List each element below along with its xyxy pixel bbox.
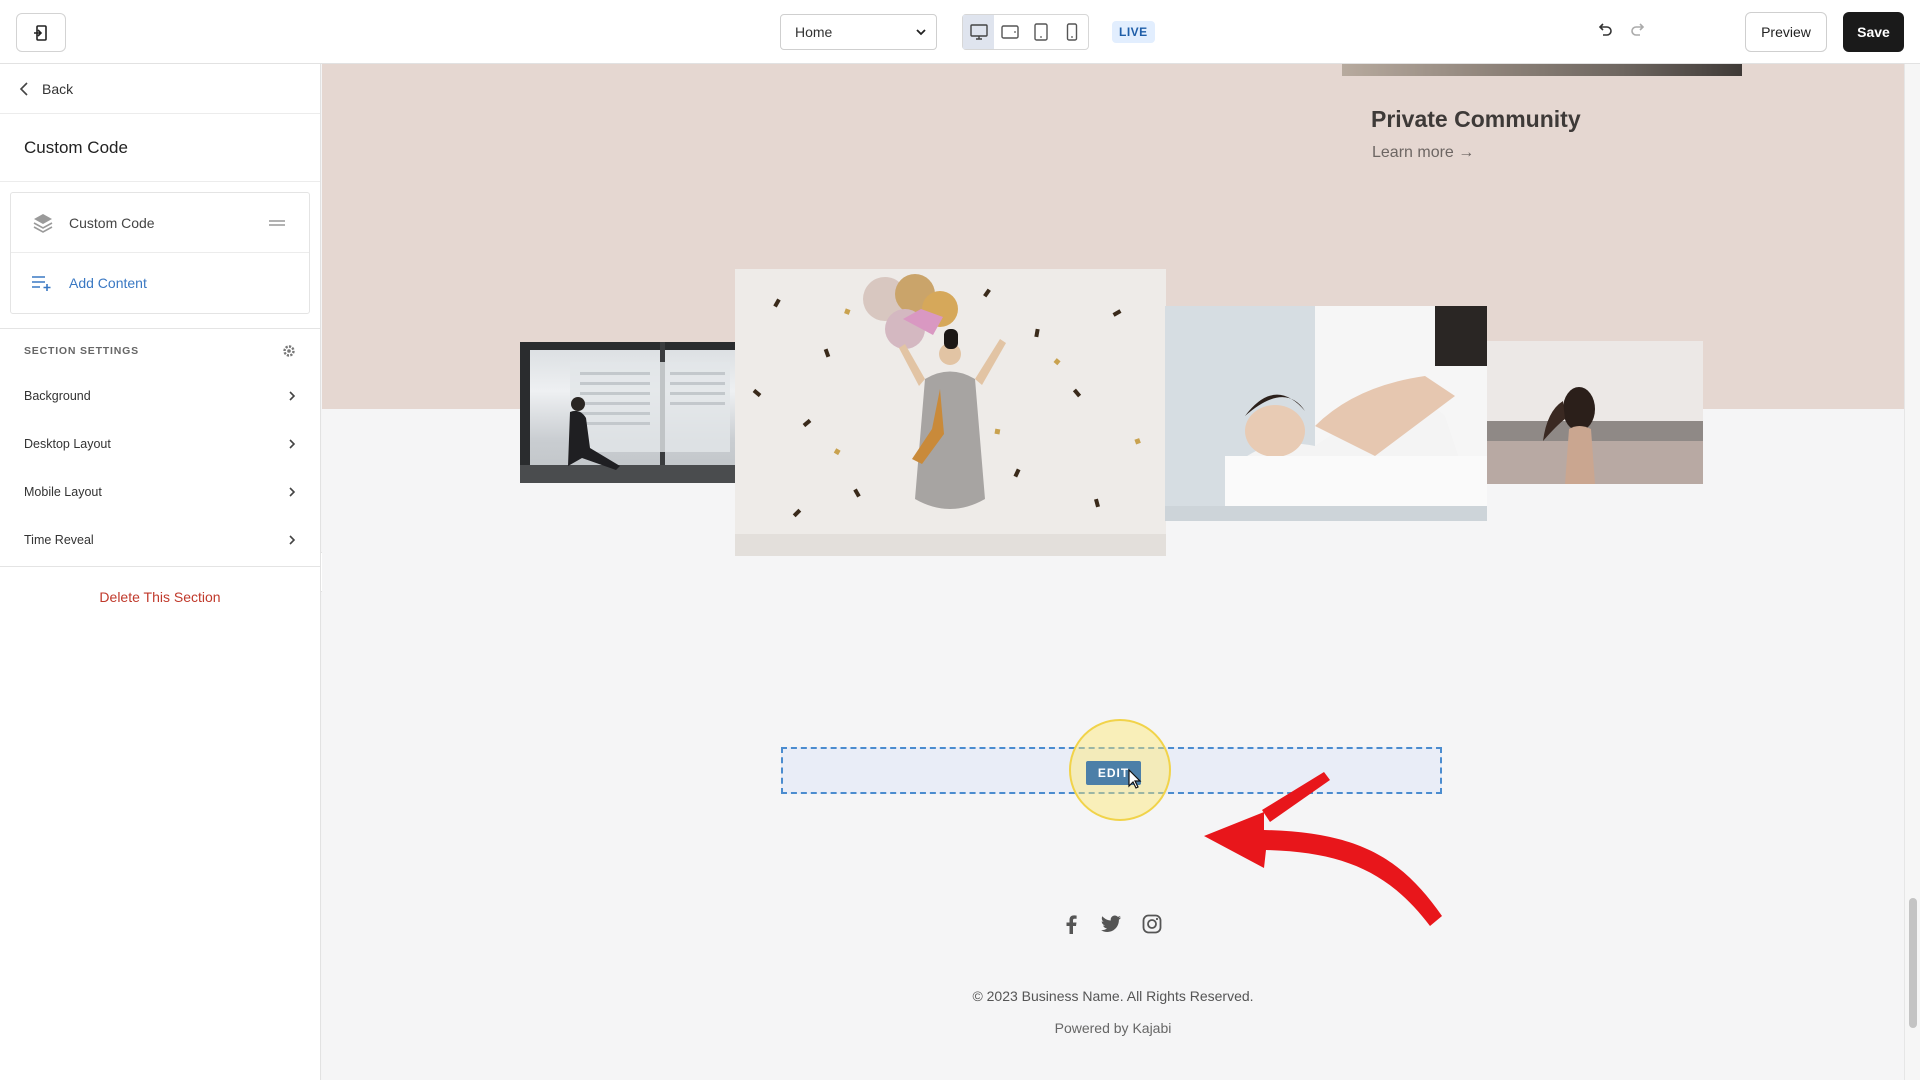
gallery-photo-massage	[1165, 306, 1487, 521]
exit-icon	[34, 24, 47, 41]
scrollbar-thumb[interactable]	[1909, 898, 1917, 1028]
section-title: Custom Code	[24, 137, 128, 157]
mobile-icon	[1066, 23, 1077, 41]
editor-topbar: Home LIVE Preview Save	[0, 0, 1920, 64]
social-links	[1062, 914, 1162, 934]
exit-editor-button[interactable]	[16, 13, 66, 52]
setting-desktop-layout[interactable]: Desktop Layout	[0, 420, 320, 468]
gear-icon[interactable]	[282, 344, 296, 358]
block-item-custom-code[interactable]: Custom Code	[11, 193, 309, 253]
chevron-left-icon	[19, 81, 28, 96]
gallery-photo-window	[520, 342, 737, 483]
add-content-label: Add Content	[69, 275, 147, 291]
section-settings-label: SECTION SETTINGS	[24, 344, 139, 357]
block-item-label: Custom Code	[69, 214, 155, 231]
setting-label: Mobile Layout	[24, 485, 102, 499]
layers-icon	[33, 213, 53, 233]
tablet-portrait-icon	[1033, 23, 1048, 41]
drag-handle-icon[interactable]	[269, 220, 285, 226]
add-list-icon	[32, 276, 51, 291]
add-content-button[interactable]: Add Content	[11, 253, 309, 313]
tablet-landscape-view-button[interactable]	[994, 15, 1025, 49]
chevron-right-icon	[289, 391, 296, 401]
blocks-card: Custom Code Add Content	[10, 192, 310, 314]
setting-background[interactable]: Background	[0, 372, 320, 420]
setting-label: Time Reveal	[24, 533, 94, 547]
page-select[interactable]: Home	[780, 14, 937, 50]
section-settings-list: Background Desktop Layout Mobile Layout …	[0, 372, 320, 567]
live-status-badge: LIVE	[1112, 21, 1155, 43]
twitter-icon[interactable]	[1100, 915, 1122, 933]
delete-section-link[interactable]: Delete This Section	[0, 589, 320, 605]
desktop-view-button[interactable]	[963, 15, 994, 49]
gallery-photo-celebration	[735, 269, 1166, 556]
redo-icon[interactable]	[1629, 22, 1647, 40]
setting-time-reveal[interactable]: Time Reveal	[0, 516, 320, 564]
chevron-right-icon	[289, 439, 296, 449]
mouse-cursor-icon	[1128, 769, 1142, 789]
device-toggle-group	[962, 14, 1089, 50]
footer-copyright: © 2023 Business Name. All Rights Reserve…	[972, 988, 1254, 1004]
chevron-right-icon	[289, 535, 296, 545]
section-settings-header: SECTION SETTINGS	[0, 328, 320, 372]
back-link[interactable]: Back	[0, 64, 320, 114]
offer-image	[1342, 64, 1742, 76]
chevron-down-icon	[916, 29, 926, 36]
chevron-right-icon	[289, 487, 296, 497]
mobile-view-button[interactable]	[1056, 15, 1087, 49]
gallery-photo-seaside	[1487, 341, 1703, 484]
desktop-icon	[969, 24, 988, 40]
setting-label: Background	[24, 389, 91, 403]
annotation-arrow-icon	[1204, 772, 1442, 926]
undo-icon[interactable]	[1596, 22, 1614, 40]
save-button[interactable]: Save	[1843, 12, 1904, 52]
page-canvas: Private Community Learn more → EDIT © 20…	[322, 64, 1904, 1080]
facebook-icon[interactable]	[1062, 914, 1080, 934]
preview-button[interactable]: Preview	[1745, 12, 1827, 52]
tablet-landscape-icon	[1000, 25, 1019, 39]
offer-learn-more-link[interactable]: Learn more →	[1372, 144, 1474, 162]
section-title-input[interactable]: Custom Code	[0, 114, 320, 182]
editor-sidebar: Back Custom Code Custom Code Add Content…	[0, 64, 321, 1080]
setting-label: Desktop Layout	[24, 437, 111, 451]
page-select-value: Home	[795, 24, 833, 40]
back-label: Back	[42, 80, 74, 97]
instagram-icon[interactable]	[1142, 914, 1162, 934]
offer-title: Private Community	[1371, 106, 1581, 132]
setting-mobile-layout[interactable]: Mobile Layout	[0, 468, 320, 516]
canvas-scrollbar[interactable]	[1904, 64, 1920, 1080]
tablet-portrait-view-button[interactable]	[1025, 15, 1056, 49]
footer-powered-by[interactable]: Powered by Kajabi	[322, 1020, 1904, 1036]
